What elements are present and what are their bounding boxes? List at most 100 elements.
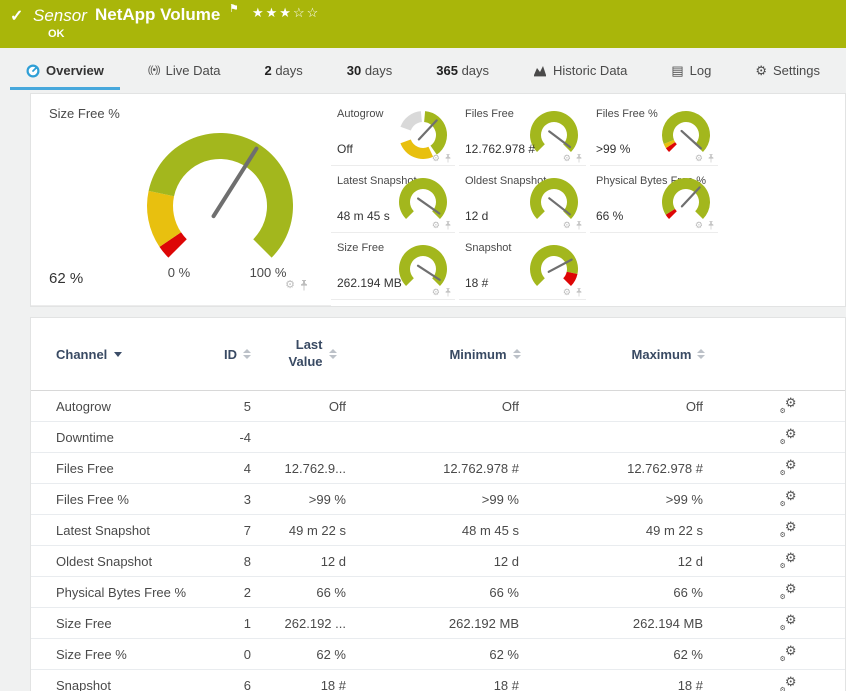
prtg-sensor-page: ✓ Sensor NetApp Volume ⚑ ★★★☆☆ OK Overvi… (0, 0, 846, 691)
channel-settings-icon[interactable]: ⚙ ⚙ (780, 458, 797, 477)
gauge-value: 262.194 MB (337, 276, 402, 290)
channel-maximum: >99 % (665, 491, 703, 507)
gauge-tile-snapshot: Snapshot 18 # ⚙ (459, 233, 586, 300)
gear-icon: ⚙ (784, 549, 797, 565)
table-row: Size Free 1 262.192 ... 262.192 MB 262.194 M… (31, 608, 845, 639)
channel-maximum: 49 m 22 s (645, 522, 703, 538)
channel-table-body: Autogrow 5 Off Off Off ⚙ ⚙ Downtime -4 ⚙ ⚙ Files Fr… (31, 391, 845, 691)
tab-2-days[interactable]: 2 days (248, 57, 318, 90)
pin-icon[interactable] (575, 154, 583, 163)
channel-minimum: 12.762.978 # (443, 460, 519, 476)
gear-icon: ⚙ (779, 655, 786, 663)
log-icon: ▤ (671, 63, 684, 78)
column-header-channel[interactable]: Channel (31, 347, 201, 362)
gear-icon: ⚙ (784, 642, 797, 658)
pin-icon[interactable] (575, 221, 583, 230)
gauge-settings-gear-icon[interactable]: ⚙ (285, 280, 295, 291)
sort-arrows-icon (328, 349, 337, 359)
column-header-maximum[interactable]: Maximum (519, 347, 706, 362)
gauge-tile-autogrow: Autogrow Off ⚙ (331, 99, 455, 166)
sort-arrows-icon (697, 349, 706, 359)
broadcast-icon: ((•)) (147, 65, 161, 76)
small-gauges-grid: Autogrow Off ⚙ Files Free 12.762.978 # ⚙ Files… (331, 99, 846, 300)
pin-icon[interactable] (707, 221, 715, 230)
table-row: Downtime -4 ⚙ ⚙ (31, 422, 845, 453)
channel-id: 7 (243, 522, 251, 538)
channel-maximum: 262.194 MB (632, 615, 703, 631)
tile-icon-group: ⚙ (563, 154, 583, 163)
tab-log[interactable]: ▤ Log (655, 57, 727, 90)
channel-settings-icon[interactable]: ⚙ ⚙ (779, 489, 797, 508)
tab-historic-data[interactable]: Historic Data (517, 57, 643, 90)
pin-icon[interactable] (444, 288, 452, 297)
gauge-settings-gear-icon[interactable]: ⚙ (563, 288, 571, 297)
gear-icon: ⚙ (779, 562, 786, 570)
sort-arrows-icon (243, 349, 251, 359)
gauge-settings-gear-icon[interactable]: ⚙ (563, 221, 571, 230)
gauge-tile-size-free: Size Free 262.194 MB ⚙ (331, 233, 455, 300)
table-row: Snapshot 6 18 # 18 # 18 # ⚙ ⚙ (31, 670, 845, 691)
sensor-title: NetApp Volume (95, 5, 221, 24)
channel-last-value: 66 % (316, 584, 346, 600)
gear-icon: ⚙ (779, 500, 786, 508)
tile-icon-group: ⚙ (695, 154, 715, 163)
channel-settings-icon[interactable]: ⚙ ⚙ (780, 675, 797, 691)
gauge-icon (26, 63, 40, 78)
priority-stars[interactable]: ★★★☆☆ (252, 5, 320, 21)
pin-icon[interactable] (444, 154, 452, 163)
tab-label: Live Data (165, 63, 221, 78)
gear-icon: ⚙ (784, 611, 797, 627)
channel-settings-icon[interactable]: ⚙ ⚙ (779, 549, 797, 570)
tab-365-days[interactable]: 365 days (420, 57, 505, 90)
channel-settings-icon[interactable]: ⚙ ⚙ (779, 396, 797, 415)
channel-last-value: 18 # (320, 677, 346, 691)
tab-30-days[interactable]: 30 days (331, 57, 409, 90)
table-row: Size Free % 0 62 % 62 % 62 % ⚙ ⚙ (31, 639, 845, 670)
pin-icon[interactable] (444, 221, 452, 230)
gauge-label: Files Free (465, 108, 514, 120)
gauge-settings-gear-icon[interactable]: ⚙ (695, 154, 703, 163)
channel-minimum: 48 m 45 s (461, 522, 519, 538)
column-header-id[interactable]: ID (201, 347, 251, 362)
gauge-settings-gear-icon[interactable]: ⚙ (432, 154, 440, 163)
channel-table-header: Channel ID Last Value Minimum Maximum (31, 318, 845, 391)
gauge-settings-gear-icon[interactable]: ⚙ (695, 221, 703, 230)
channel-settings-icon[interactable]: ⚙ ⚙ (780, 611, 797, 632)
channel-last-value: 12 d (320, 553, 346, 569)
channel-settings-icon[interactable]: ⚙ ⚙ (780, 582, 797, 601)
tile-icon-group: ⚙ (432, 154, 452, 163)
channel-settings-icon[interactable]: ⚙ ⚙ (779, 642, 797, 663)
tab-live-data[interactable]: ((•)) Live Data (132, 57, 237, 90)
pin-icon[interactable] (575, 288, 583, 297)
column-header-last-value[interactable]: Last Value (251, 337, 346, 371)
gauge-tile-files-free: Files Free % >99 % ⚙ (590, 99, 718, 166)
channel-settings-icon[interactable]: ⚙ ⚙ (780, 520, 797, 539)
chart-icon (533, 64, 547, 77)
gear-icon: ⚙ (779, 407, 786, 415)
channel-name: Snapshot (56, 677, 111, 691)
gauge-value: >99 % (596, 142, 631, 156)
pin-icon[interactable] (299, 280, 309, 291)
channel-name: Autogrow (56, 398, 111, 414)
gauge-tile-size-free-pct: Size Free % 0 % 100 % 62 % ⚙ (31, 94, 331, 306)
gauge-value: 12 d (465, 209, 489, 223)
gauge-settings-gear-icon[interactable]: ⚙ (432, 221, 440, 230)
gauge-value: 66 % (596, 209, 624, 223)
gauge-settings-gear-icon[interactable]: ⚙ (563, 154, 571, 163)
channel-minimum: 66 % (489, 584, 519, 600)
gauge-settings-gear-icon[interactable]: ⚙ (432, 288, 440, 297)
channel-table-panel: Channel ID Last Value Minimum Maximum Au… (30, 317, 846, 691)
tab-label: Settings (772, 63, 820, 78)
tab-settings[interactable]: ⚙ Settings (739, 57, 836, 90)
column-header-minimum[interactable]: Minimum (346, 347, 521, 362)
pin-icon[interactable] (707, 154, 715, 163)
tab-overview[interactable]: Overview (10, 57, 120, 90)
gauge-tile-latest-snapshot: Latest Snapshot 48 m 45 s ⚙ (331, 166, 455, 233)
channel-settings-icon[interactable]: ⚙ ⚙ (780, 427, 797, 446)
gauge-tile-files-free: Files Free 12.762.978 # ⚙ (459, 99, 586, 166)
channel-id: 2 (243, 584, 251, 600)
channel-minimum: 62 % (489, 646, 519, 662)
tile-icon-group: ⚙ (695, 221, 715, 230)
table-row: Latest Snapshot 7 49 m 22 s 48 m 45 s 49 m 2… (31, 515, 845, 546)
channel-id: 8 (243, 553, 251, 569)
